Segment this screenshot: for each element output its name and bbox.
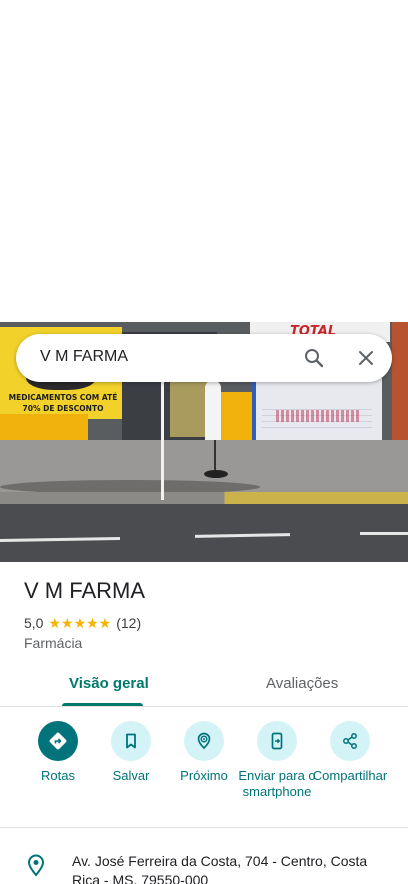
white-panel	[205, 380, 221, 445]
share-icon[interactable]	[330, 721, 370, 761]
send-to-phone-label: Enviar para o smartphone	[238, 768, 316, 799]
yellow-wall	[0, 414, 88, 442]
location-pin-icon	[26, 853, 46, 877]
tab-reviews[interactable]: Avaliações	[266, 675, 338, 692]
directions-icon[interactable]	[38, 721, 78, 761]
nearby-label: Próximo	[180, 768, 228, 783]
close-icon[interactable]	[354, 346, 378, 370]
send-to-phone-button[interactable]: Enviar para o smartphone	[237, 721, 317, 800]
yellow-pillar	[216, 392, 252, 444]
divider	[0, 827, 408, 828]
banner-text-line2: 70% DE DESCONTO	[22, 404, 104, 413]
map-blank-area	[0, 0, 408, 322]
star-rating-icon: ★★★★★	[48, 614, 112, 631]
directions-button[interactable]: Rotas	[18, 721, 98, 784]
lane-marking	[360, 532, 408, 535]
nearby-icon[interactable]	[184, 721, 224, 761]
search-input[interactable]: V M FARMA	[40, 348, 128, 366]
banner-text: MEDICAMENTOS COM ATÉ 70% DE DESCONTO	[4, 392, 122, 414]
save-label: Salvar	[112, 768, 150, 783]
shutter-lettering	[276, 410, 360, 422]
bookmark-icon[interactable]	[111, 721, 151, 761]
share-button[interactable]: Compartilhar	[310, 721, 390, 784]
road	[0, 504, 408, 562]
address-text[interactable]: Av. José Ferreira da Costa, 704 - Centro…	[72, 852, 388, 884]
search-bar[interactable]: V M FARMA	[16, 334, 392, 382]
search-icon[interactable]	[302, 346, 326, 370]
place-title: V M FARMA	[24, 578, 146, 603]
flag-pole-base	[204, 470, 228, 478]
banner-text-line1: MEDICAMENTOS COM ATÉ	[8, 393, 118, 402]
share-label: Compartilhar	[312, 768, 388, 783]
curb	[0, 492, 408, 504]
flag-pole	[161, 382, 164, 500]
rating-value: 5,0	[24, 615, 44, 631]
send-to-phone-icon[interactable]	[257, 721, 297, 761]
nearby-button[interactable]: Próximo	[164, 721, 244, 784]
neighbor-wall	[392, 322, 408, 447]
divider	[0, 706, 408, 707]
review-count[interactable]: (12)	[116, 615, 141, 631]
tab-overview[interactable]: Visão geral	[69, 675, 149, 692]
save-button[interactable]: Salvar	[91, 721, 171, 784]
shop-interior	[170, 382, 210, 437]
place-category[interactable]: Farmácia	[24, 635, 82, 651]
directions-label: Rotas	[41, 768, 75, 783]
rating-row[interactable]: 5,0 ★★★★★ (12)	[24, 614, 141, 632]
flag-pole-stand	[214, 440, 216, 474]
